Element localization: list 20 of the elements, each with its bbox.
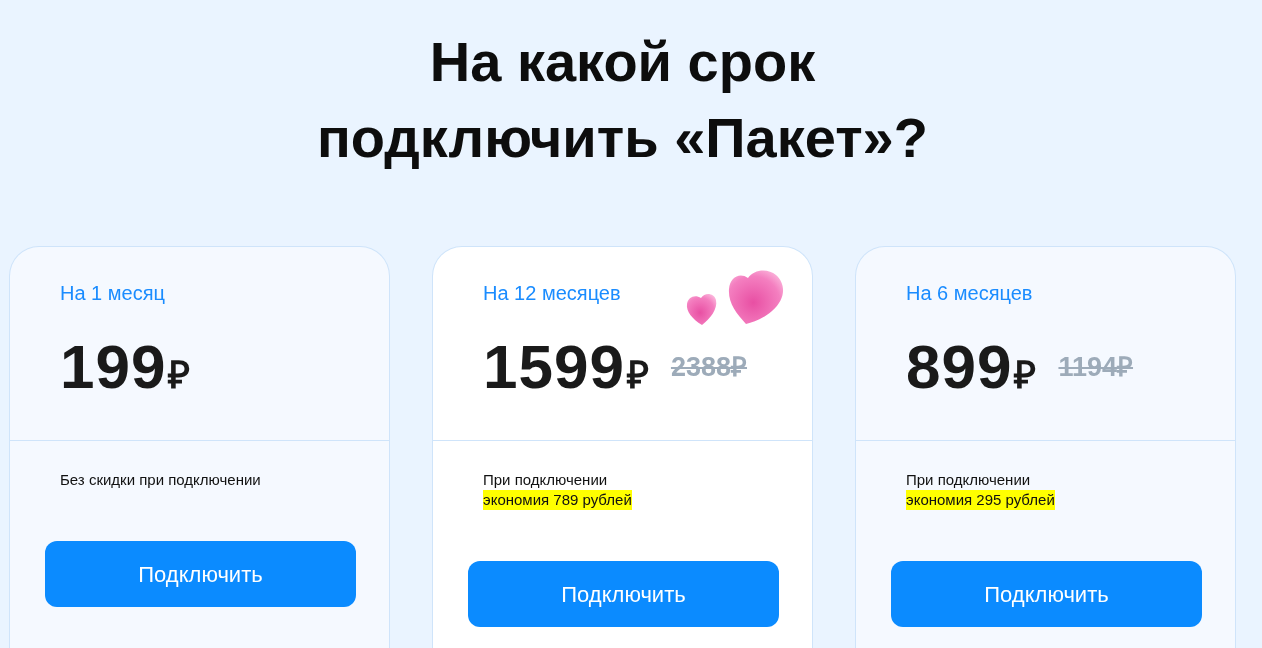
plan-period: На 12 месяцев [483, 281, 622, 305]
note-text: При подключении [483, 470, 608, 490]
price-amount: 1599 [483, 335, 625, 399]
note-text: При подключении [906, 470, 1031, 490]
plan-period: На 1 месяц [60, 281, 166, 305]
plan-period: На 6 месяцев [906, 281, 1034, 305]
connect-button[interactable]: Подключить [468, 561, 779, 627]
price-amount: 199 [60, 335, 167, 399]
currency-sign: ₽ [1014, 355, 1037, 395]
currency-sign: ₽ [626, 355, 649, 395]
connect-button[interactable]: Подключить [45, 541, 356, 607]
currency-sign: ₽ [168, 355, 191, 395]
connect-button[interactable]: Подключить [891, 561, 1202, 627]
old-price: 1194₽ [1058, 352, 1134, 382]
price-amount: 899 [906, 335, 1013, 399]
highlighted-text: экономия 789 рублей [483, 490, 632, 510]
note-text: Без скидки при подключении [60, 470, 261, 490]
page-heading: На какой срок подключить «Пакет»? [316, 29, 929, 171]
old-price: 2388₽ [670, 352, 747, 382]
highlighted-text: экономия 295 рублей [906, 490, 1055, 510]
